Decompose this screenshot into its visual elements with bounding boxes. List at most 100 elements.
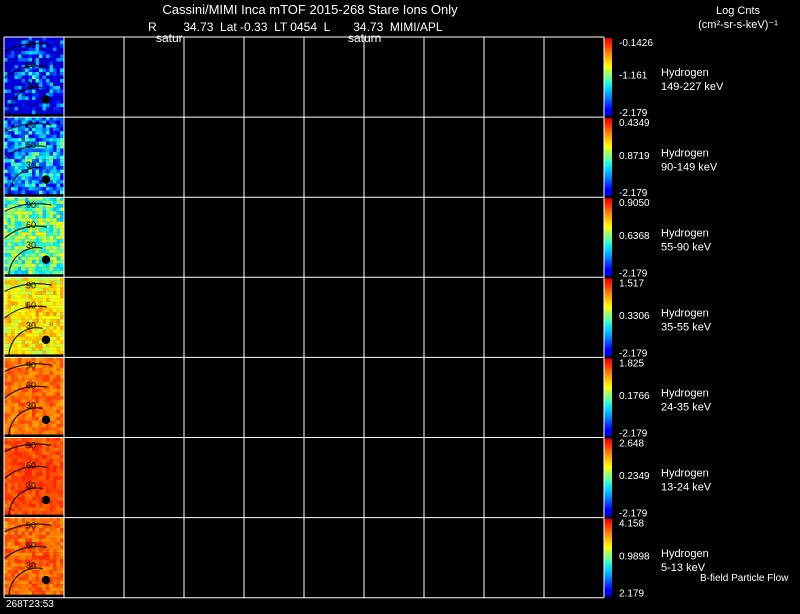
heatmap-cell xyxy=(21,107,26,111)
heatmap-cell xyxy=(35,260,40,264)
heatmap-cell xyxy=(56,107,61,111)
heatmap-cell xyxy=(46,406,50,410)
heatmap-cell xyxy=(60,584,64,588)
heatmap-cell xyxy=(46,587,50,592)
heatmap-cell xyxy=(39,388,43,393)
heatmap-cell xyxy=(39,409,43,414)
heatmap-cell xyxy=(56,54,61,59)
heatmap-cell xyxy=(35,591,40,595)
heatmap-cell xyxy=(32,183,36,188)
colorbar-max-label: 2.648 xyxy=(619,439,644,450)
heatmap-cell xyxy=(14,145,19,149)
heatmap-cell xyxy=(49,350,54,355)
heatmap-cell xyxy=(28,511,33,515)
heatmap-cell xyxy=(21,458,26,463)
heatmap-cell xyxy=(21,180,26,184)
heatmap-cell xyxy=(14,260,19,264)
heatmap-cell xyxy=(53,291,57,295)
heatmap-cell xyxy=(39,249,43,254)
heatmap-cell xyxy=(39,427,43,431)
heatmap-cell xyxy=(56,538,61,543)
heatmap-cell xyxy=(21,287,26,292)
heatmap-cell xyxy=(56,483,61,487)
heatmap-cell xyxy=(25,152,29,156)
heatmap-cell xyxy=(56,423,61,428)
heatmap-cell xyxy=(18,141,22,146)
heatmap-cell xyxy=(21,531,26,536)
heatmap-cell xyxy=(60,134,64,139)
heatmap-cell xyxy=(35,207,40,212)
heatmap-cell xyxy=(11,117,15,121)
angle-tick-label: 90 xyxy=(26,200,36,210)
heatmap-cell xyxy=(14,291,19,295)
heatmap-cell xyxy=(53,573,57,578)
heatmap-cell xyxy=(56,458,61,463)
heatmap-cell xyxy=(21,559,26,564)
heatmap-cell xyxy=(42,127,47,132)
heatmap-cell xyxy=(53,54,57,59)
heatmap-cell xyxy=(7,298,12,302)
heatmap-cell xyxy=(39,430,43,435)
heatmap-cell xyxy=(49,131,54,135)
heatmap-cell xyxy=(11,374,15,379)
heatmap-cell xyxy=(32,131,36,135)
heatmap-cell xyxy=(35,190,40,195)
heatmap-cell xyxy=(60,385,64,389)
heatmap-cell xyxy=(14,232,19,236)
heatmap-cell xyxy=(35,176,40,181)
heatmap-cell xyxy=(14,486,19,491)
heatmap-cell xyxy=(14,155,19,160)
heatmap-cell xyxy=(46,357,50,361)
heatmap-cell xyxy=(35,249,40,254)
heatmap-cell xyxy=(28,294,33,299)
heatmap-cell xyxy=(14,298,19,302)
heatmap-cell xyxy=(7,305,12,309)
heatmap-cell xyxy=(28,343,33,348)
heatmap-cell xyxy=(21,455,26,459)
heatmap-cell xyxy=(11,511,15,515)
heatmap-cell xyxy=(60,486,64,491)
heatmap-cell xyxy=(60,51,64,55)
heatmap-cell xyxy=(42,294,47,299)
colorbar xyxy=(604,38,612,117)
heatmap-cell xyxy=(4,566,8,571)
heatmap-cell xyxy=(60,357,64,361)
heatmap-cell xyxy=(60,479,64,484)
heatmap-cell xyxy=(53,280,57,285)
heatmap-cell xyxy=(42,214,47,219)
heatmap-cell xyxy=(35,552,40,557)
heatmap-cell xyxy=(25,183,29,188)
heatmap-cell xyxy=(4,490,8,494)
heatmap-cell xyxy=(60,65,64,69)
heatmap-cell xyxy=(60,312,64,316)
heatmap-cell xyxy=(14,37,19,41)
heatmap-cell xyxy=(46,277,50,281)
heatmap-cell xyxy=(46,549,50,553)
heatmap-cell xyxy=(35,580,40,585)
heatmap-cell xyxy=(32,100,36,104)
heatmap-cell xyxy=(49,207,54,212)
species-label: Hydrogen xyxy=(661,227,709,239)
heatmap-cell xyxy=(25,75,29,80)
heatmap-cell xyxy=(39,173,43,177)
heatmap-cell xyxy=(42,587,47,592)
saturn-label-center: saturn xyxy=(348,31,381,45)
heatmap-cell xyxy=(53,100,57,104)
heatmap-cell xyxy=(35,44,40,48)
heatmap-cell xyxy=(35,322,40,327)
heatmap-cell xyxy=(49,312,54,316)
heatmap-cell xyxy=(56,315,61,320)
heatmap-cell xyxy=(14,347,19,351)
heatmap-cell xyxy=(53,232,57,236)
heatmap-cell xyxy=(4,437,8,442)
heatmap-cell xyxy=(7,531,12,536)
heatmap-cell xyxy=(60,563,64,567)
heatmap-cell xyxy=(7,385,12,389)
heatmap-cell xyxy=(49,504,54,508)
heatmap-cell xyxy=(60,395,64,400)
heatmap-cell xyxy=(11,169,15,174)
heatmap-cell xyxy=(60,420,64,424)
heatmap-cell xyxy=(28,187,33,191)
heatmap-cell xyxy=(56,465,61,470)
heatmap-cell xyxy=(18,291,22,295)
